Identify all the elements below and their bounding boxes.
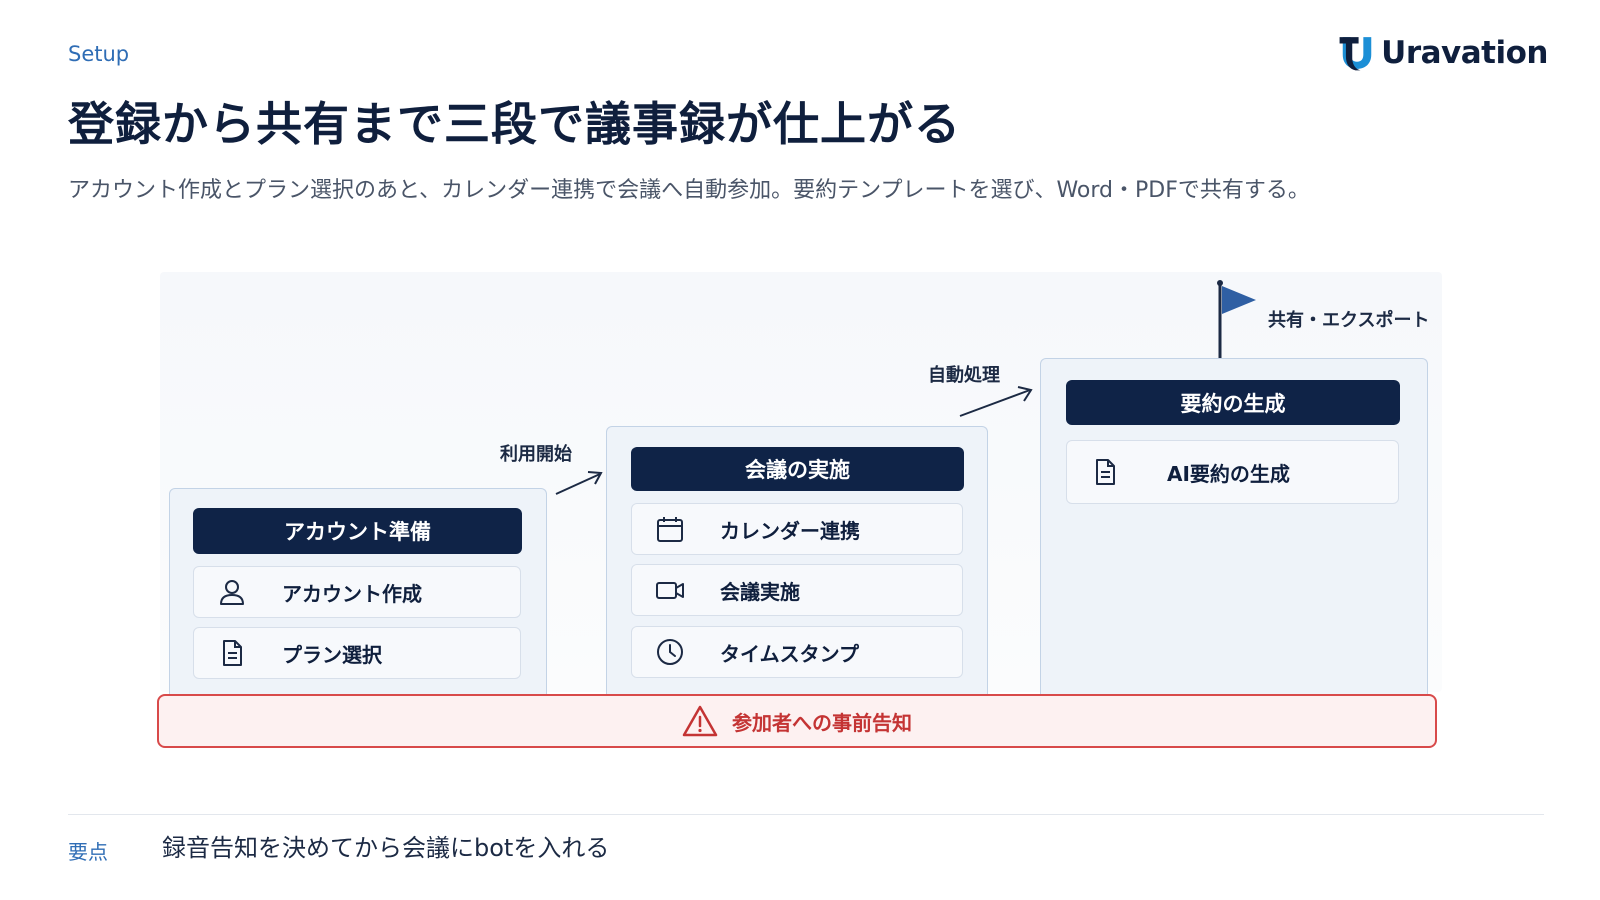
step-label: AI要約の生成: [1167, 461, 1290, 486]
clock-icon: [654, 636, 686, 668]
divider: [68, 814, 1544, 815]
stage-title: 会議の実施: [631, 447, 964, 491]
page-title: 登録から共有まで三段で議事録が仕上がる: [68, 97, 961, 151]
step-label: 会議実施: [720, 579, 800, 604]
warning-banner: 参加者への事前告知: [157, 694, 1437, 748]
key-point-text: 録音告知を決めてから会議にbotを入れる: [162, 834, 610, 862]
key-point-label: 要点: [68, 840, 108, 864]
video-camera-icon: [654, 574, 686, 606]
step-timestamp: タイムスタンプ: [631, 626, 963, 678]
step-calendar-link: カレンダー連携: [631, 503, 963, 555]
step-label: アカウント作成: [282, 581, 422, 606]
goal-label: 共有・エクスポート: [1268, 310, 1430, 331]
step-plan-select: プラン選択: [193, 627, 521, 679]
step-ai-summary: AI要約の生成: [1066, 440, 1399, 504]
step-account-create: アカウント作成: [193, 566, 521, 618]
section-label: Setup: [68, 42, 130, 66]
arrow-icon: [958, 386, 1034, 424]
logo-text: Uravation: [1381, 35, 1548, 71]
flag-icon: [1216, 280, 1266, 364]
arrow-icon: [554, 470, 604, 502]
warning-text: 参加者への事前告知: [732, 710, 912, 735]
stage-title: 要約の生成: [1066, 380, 1400, 425]
step-meeting-run: 会議実施: [631, 564, 963, 616]
document-icon: [216, 637, 248, 669]
stage-title: アカウント準備: [193, 508, 522, 554]
step-label: カレンダー連携: [720, 518, 860, 543]
warning-triangle-icon: [682, 705, 718, 737]
step-label: プラン選択: [282, 642, 382, 667]
document-icon: [1089, 456, 1121, 488]
calendar-icon: [654, 513, 686, 545]
user-icon: [216, 576, 248, 608]
page-subtitle: アカウント作成とプラン選択のあと、カレンダー連携で会議へ自動参加。要約テンプレー…: [68, 178, 1310, 203]
logo-mark-icon: [1339, 37, 1372, 71]
brand-logo: Uravation: [1338, 28, 1548, 78]
transition-label-auto: 自動処理: [928, 365, 1000, 386]
step-label: タイムスタンプ: [720, 641, 859, 666]
transition-label-start: 利用開始: [500, 444, 572, 465]
